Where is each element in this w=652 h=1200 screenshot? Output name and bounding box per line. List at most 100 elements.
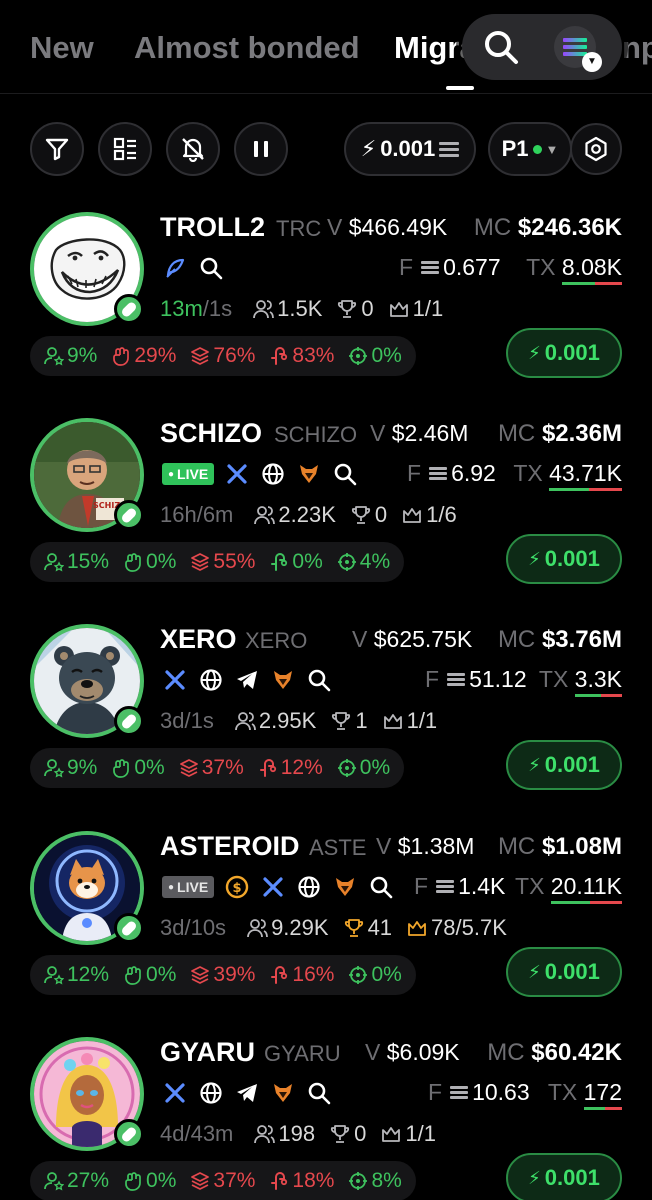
pill-icon: [114, 294, 144, 324]
stat-dev-value: 27%: [67, 1169, 110, 1192]
dev-icon: [44, 966, 64, 985]
token-card[interactable]: ASTEROID ASTE V $1.38M MC $1.08M ● LIVE $ F 1.4K…: [0, 825, 652, 1031]
globe-icon[interactable]: [260, 461, 286, 487]
tx-value: 8.08K: [561, 254, 622, 285]
buy-sell-ratio-bar: [583, 1107, 622, 1110]
trophies: 1: [330, 708, 368, 734]
trophy-count: 1: [355, 708, 368, 733]
coin-icon[interactable]: $: [224, 874, 250, 900]
tx-count: 172: [583, 1079, 622, 1105]
top10-icon: [191, 966, 210, 984]
top-holders: 1/1: [380, 1121, 436, 1147]
holders-icon: [234, 712, 256, 731]
holders: 198: [253, 1121, 315, 1147]
volume-label: V: [376, 833, 392, 859]
search-icon[interactable]: [368, 874, 394, 900]
quick-buy-button[interactable]: ⚡ 0.001: [506, 328, 622, 378]
settings-button[interactable]: [570, 123, 622, 175]
stat-dev-value: 12%: [67, 963, 110, 986]
quick-buy-button[interactable]: ⚡ 0.001: [506, 1153, 622, 1200]
layout-icon: [113, 137, 136, 161]
quick-buy-button[interactable]: ⚡ 0.001: [506, 947, 622, 997]
token-card[interactable]: XERO XERO V $625.75K MC $3.76M F 51.12 TX 3.3K…: [0, 618, 652, 824]
search-icon[interactable]: [306, 1080, 332, 1106]
market-cap-value: $1.08M: [541, 833, 622, 860]
x-icon[interactable]: [162, 667, 188, 693]
token-card[interactable]: SCHIZO SCHIZO SCHIZO V $2.46M MC $2.36M ● LIVE…: [0, 412, 652, 618]
fox-icon[interactable]: [270, 667, 296, 693]
token-meta: 13m/1s 1.5K 0 1/1: [160, 294, 457, 324]
stat-top10: 76%: [190, 344, 255, 368]
telegram-icon[interactable]: [234, 1080, 260, 1106]
quick-buy-button[interactable]: ⚡ 0.001: [506, 740, 622, 790]
tab-next[interactable]: np: [622, 30, 652, 66]
x-icon[interactable]: [162, 1080, 188, 1106]
token-name: GYARU: [160, 1037, 256, 1067]
feather-icon[interactable]: [162, 255, 188, 281]
token-card[interactable]: GYARU GYARU V $6.09K MC $60.42K F 10.63 TX 172…: [0, 1031, 652, 1200]
insiders-icon: [337, 759, 356, 777]
quick-buy-button[interactable]: ⚡ 0.001: [506, 534, 622, 584]
fox-icon[interactable]: [332, 874, 358, 900]
volume-label: V: [370, 420, 386, 446]
volume: V $466.49K: [327, 214, 447, 241]
token-stats: 9% 0% 37% 12% 0%: [30, 748, 405, 788]
x-icon[interactable]: [224, 461, 250, 487]
live-badge[interactable]: ● LIVE: [162, 876, 215, 898]
pause-button[interactable]: [234, 122, 288, 176]
live-dot-icon: ●: [168, 468, 175, 480]
tab-new[interactable]: New: [30, 30, 94, 66]
crown-icon: [383, 714, 402, 729]
market-cap: MC $246.36K: [474, 214, 622, 242]
holders-count: 2.95K: [258, 708, 317, 733]
fox-icon[interactable]: [270, 1080, 296, 1106]
insiders-icon: [349, 966, 368, 984]
fee-label: F: [428, 1079, 443, 1105]
stat-bundlers: 83%: [269, 344, 334, 368]
globe-icon[interactable]: [198, 667, 224, 693]
quick-buy-label: 0.001: [544, 340, 600, 365]
token-age: 3d/10s: [160, 915, 226, 941]
holders-count: 9.29K: [271, 915, 329, 940]
telegram-icon[interactable]: [234, 667, 260, 693]
wallet-avatar-button[interactable]: ▼: [554, 26, 602, 72]
search-icon[interactable]: [482, 28, 520, 66]
preset-selector[interactable]: P1 ▼: [488, 122, 572, 176]
search-icon[interactable]: [306, 667, 332, 693]
crown-icon: [408, 921, 426, 936]
market-cap: MC $3.76M: [498, 626, 622, 654]
stat-bundlers: 18%: [269, 1169, 334, 1193]
mute-alerts-button[interactable]: [166, 122, 220, 176]
live-badge[interactable]: ● LIVE: [162, 463, 215, 485]
token-age: 4d/43m: [160, 1121, 233, 1147]
token-card[interactable]: TROLL2 TRC V $466.49K MC $246.36K F 0.677 TX 8…: [0, 206, 652, 412]
stat-snipers: 0%: [123, 963, 176, 987]
stat-snipers: 29%: [111, 344, 176, 368]
lightning-icon: ⚡: [528, 548, 541, 569]
filter-button[interactable]: [30, 122, 84, 176]
stat-insiders-value: 0%: [371, 963, 402, 986]
trophy-icon: [338, 300, 357, 318]
stat-snipers-value: 0%: [146, 550, 177, 573]
x-icon[interactable]: [260, 874, 286, 900]
layout-button[interactable]: [98, 122, 152, 176]
age-extra: /1s: [202, 296, 233, 321]
quick-buy-label: 0.001: [544, 1165, 600, 1190]
fee-label: F: [407, 460, 422, 486]
search-icon[interactable]: [332, 461, 358, 487]
fox-icon[interactable]: [296, 461, 322, 487]
stat-top10-value: 39%: [213, 963, 256, 986]
trophy-icon: [332, 712, 351, 730]
quick-buy-amount[interactable]: ⚡ 0.001: [344, 122, 476, 176]
trophy-count: 41: [367, 915, 393, 940]
stat-snipers: 0%: [123, 550, 176, 574]
search-icon[interactable]: [198, 255, 224, 281]
trophy-icon: [344, 919, 363, 937]
trophies: 0: [336, 296, 374, 322]
globe-icon[interactable]: [296, 874, 322, 900]
globe-icon[interactable]: [198, 1080, 224, 1106]
live-label: LIVE: [177, 879, 209, 895]
token-meta: 16h/6m 2.23K 0 1/6: [160, 500, 471, 530]
tab-almost-bonded[interactable]: Almost bonded: [134, 30, 360, 66]
stat-top10: 39%: [190, 963, 255, 987]
